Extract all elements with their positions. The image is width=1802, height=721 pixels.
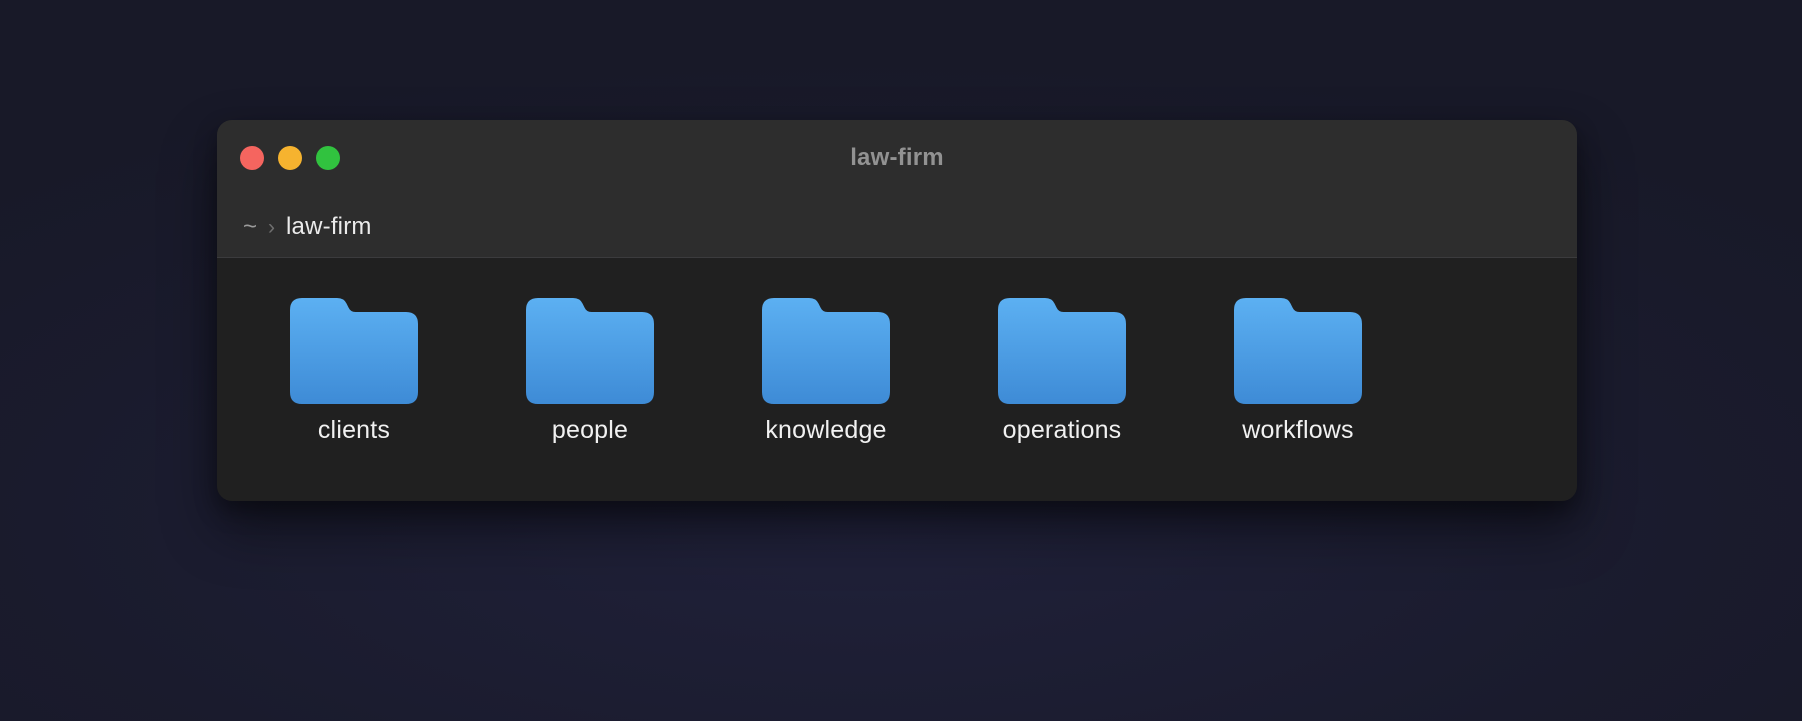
folder-label: clients — [317, 416, 391, 444]
path-bar: ~ › law-firm — [217, 196, 1577, 258]
window-header: law-firm ~ › law-firm — [217, 120, 1577, 258]
finder-window: law-firm ~ › law-firm clients people kno… — [217, 120, 1577, 501]
folder-icon — [1234, 298, 1362, 404]
folder-label: people — [551, 416, 629, 444]
folder-icon — [998, 298, 1126, 404]
close-button[interactable] — [240, 146, 264, 170]
folder-icon — [526, 298, 654, 404]
chevron-right-icon: › — [268, 215, 276, 239]
folder-icon — [290, 298, 418, 404]
zoom-button[interactable] — [316, 146, 340, 170]
desktop-background: law-firm ~ › law-firm clients people kno… — [0, 0, 1802, 721]
folder-label: operations — [1002, 416, 1122, 444]
folder-label: workflows — [1242, 416, 1354, 444]
folder-item-clients[interactable]: clients — [290, 298, 418, 445]
file-browser-content: clients people knowledge operations work… — [217, 258, 1577, 501]
folder-label: knowledge — [765, 416, 887, 444]
breadcrumb-current-folder[interactable]: law-firm — [286, 213, 372, 241]
folder-icon — [762, 298, 890, 404]
folder-item-workflows[interactable]: workflows — [1234, 298, 1362, 445]
window-title: law-firm — [850, 144, 944, 171]
folder-item-people[interactable]: people — [526, 298, 654, 445]
folder-item-knowledge[interactable]: knowledge — [762, 298, 890, 445]
titlebar[interactable]: law-firm — [217, 120, 1577, 196]
minimize-button[interactable] — [278, 146, 302, 170]
breadcrumb-home[interactable]: ~ — [243, 213, 257, 241]
folder-item-operations[interactable]: operations — [998, 298, 1126, 445]
folder-grid: clients people knowledge operations work… — [217, 258, 1577, 445]
traffic-lights — [240, 120, 340, 196]
